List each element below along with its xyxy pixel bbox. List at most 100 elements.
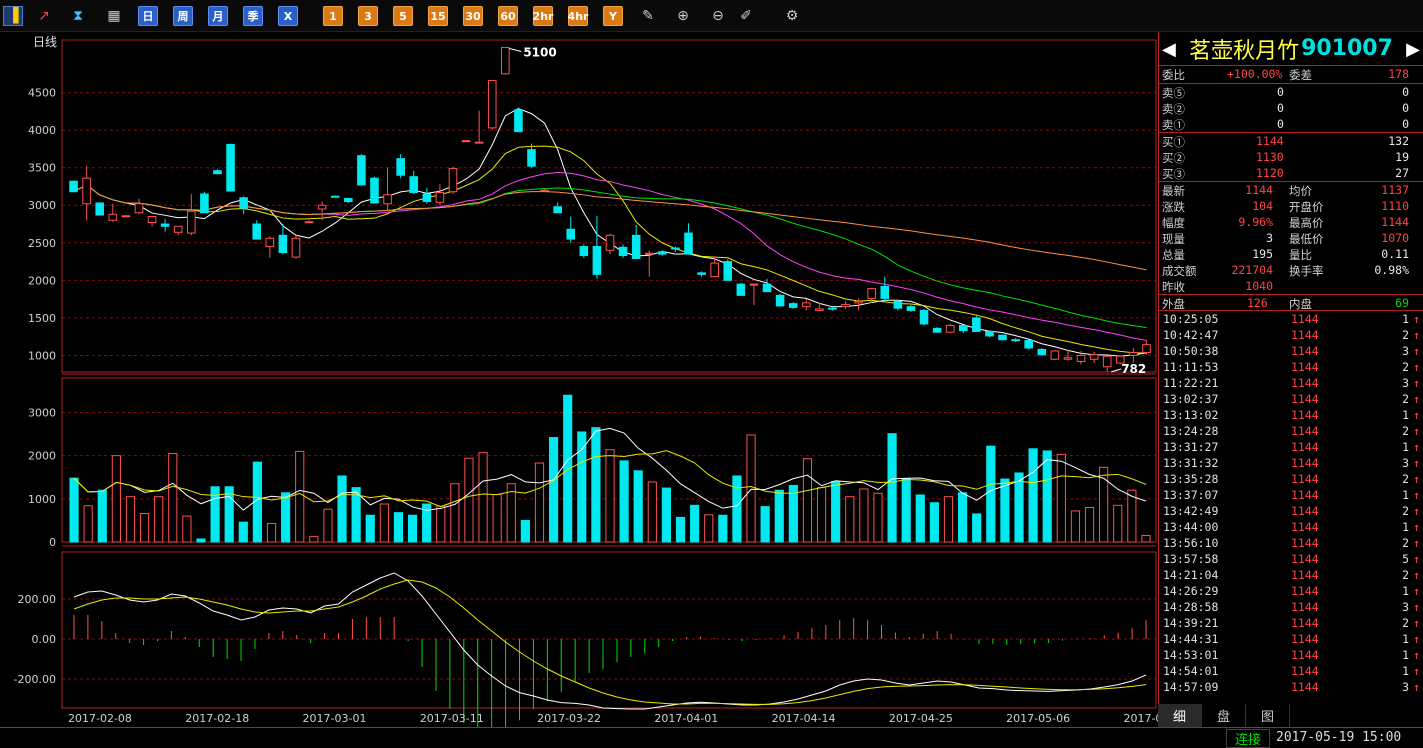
period-year-button[interactable]: Y — [603, 6, 623, 26]
line-chart-icon[interactable]: ↗ — [34, 6, 54, 26]
period-4hr-button[interactable]: 4hr — [568, 6, 588, 26]
period-15min-button[interactable]: 15 — [428, 6, 448, 26]
macd-tick-label: -200.00 — [14, 673, 56, 686]
draw-icon[interactable]: ✐ — [736, 6, 756, 26]
tick-row: 11:11:53 1144 2 ↑ — [1159, 359, 1423, 375]
volume-bar — [788, 484, 798, 543]
tick-time: 14:54:01 — [1163, 664, 1219, 678]
volume-bar — [238, 521, 248, 543]
volume-bar — [281, 492, 291, 543]
tick-row: 14:57:09 1144 3 ↑ — [1159, 679, 1423, 695]
candle-up — [749, 283, 759, 286]
bar-chart-icon[interactable]: ▐ — [3, 6, 23, 26]
candle-down — [684, 232, 693, 255]
period-5min-button[interactable]: 5 — [393, 6, 413, 26]
volume-bar — [323, 508, 333, 543]
candle-down — [422, 193, 432, 202]
period-3min-button[interactable]: 3 — [358, 6, 378, 26]
volume-bar — [379, 503, 389, 543]
candle-down — [893, 300, 903, 309]
volume-bar — [520, 519, 530, 543]
prev-stock-arrow-icon[interactable]: ◀ — [1162, 39, 1176, 60]
volume-bar — [1141, 535, 1151, 543]
period-season-button[interactable]: 季 — [243, 6, 263, 26]
candle-down — [762, 283, 772, 293]
tick-row: 13:02:37 1144 2 ↑ — [1159, 391, 1423, 407]
volume-bar — [690, 504, 700, 543]
up-arrow-icon: ↑ — [1413, 424, 1420, 438]
volume-bar — [915, 494, 925, 543]
candle-down — [357, 155, 366, 186]
connection-status[interactable]: 连接 — [1226, 729, 1270, 748]
candle-up — [945, 324, 955, 333]
bid-price: 1144 — [1256, 134, 1284, 148]
volume-bar — [69, 477, 79, 543]
volume-bar — [365, 514, 375, 543]
tick-time: 13:13:02 — [1163, 408, 1219, 422]
next-stock-arrow-icon[interactable]: ▶ — [1406, 39, 1420, 60]
volume-bar — [1000, 478, 1010, 543]
tick-volume: 3 — [1402, 456, 1409, 470]
calendar-icon[interactable]: ▦ — [104, 6, 124, 26]
stat-label: 开盘价 — [1289, 200, 1324, 214]
volume-bar — [295, 450, 305, 543]
tick-volume: 3 — [1402, 376, 1409, 390]
volume-bar — [436, 505, 446, 543]
tick-row: 13:37:07 1144 1 ↑ — [1159, 487, 1423, 503]
zoom-in-icon[interactable]: ⊕ — [673, 6, 693, 26]
tick-volume: 2 — [1402, 504, 1409, 518]
candle-chart-icon[interactable]: ⧗ — [68, 6, 88, 26]
stat-label: 昨收 — [1162, 280, 1185, 294]
volume-bar — [1084, 506, 1095, 543]
edit-icon[interactable]: ✎ — [638, 6, 658, 26]
kline-chart[interactable]: 4500 4000 3500 3000 2500 2000 1500 1000 日线 3000 20… — [0, 32, 1158, 727]
period-month-button[interactable]: 月 — [208, 6, 228, 26]
tick-volume: 3 — [1402, 344, 1409, 358]
candle-up — [291, 237, 301, 258]
period-30min-button[interactable]: 30 — [463, 6, 483, 26]
volume-bar — [309, 535, 319, 543]
weicha-label: 委差 — [1289, 68, 1312, 82]
candle-down — [1037, 348, 1047, 356]
period-week-button[interactable]: 周 — [173, 6, 193, 26]
candle-down — [553, 206, 562, 214]
up-arrow-icon: ↑ — [1413, 328, 1420, 342]
tick-list[interactable]: 10:25:05 1144 1 ↑ 10:42:47 1144 2 ↑ 10:50:38 1144… — [1159, 311, 1423, 695]
zoom-out-icon[interactable]: ⊖ — [708, 6, 728, 26]
stat-value: 104 — [1252, 199, 1273, 213]
period-2hr-button[interactable]: 2hr — [533, 6, 553, 26]
volume-bar — [972, 513, 982, 543]
gear-icon[interactable]: ⚙ — [782, 6, 802, 26]
tick-price: 1144 — [1291, 552, 1319, 566]
tick-row: 13:13:02 1144 1 ↑ — [1159, 407, 1423, 423]
candle-up — [82, 177, 91, 205]
volume-bar — [1056, 453, 1066, 543]
candle-up — [474, 141, 484, 144]
volume-bar — [1113, 504, 1123, 543]
bid-volume: 132 — [1388, 134, 1409, 148]
period-1min-button[interactable]: 1 — [323, 6, 343, 26]
side-tab[interactable]: 图 — [1246, 704, 1290, 727]
candle-up — [815, 308, 824, 311]
ask-price: 0 — [1277, 85, 1284, 99]
side-tab[interactable]: 细 — [1158, 704, 1202, 727]
tick-time: 14:21:04 — [1163, 568, 1219, 582]
volume-bar — [125, 496, 136, 543]
volume-bar — [139, 513, 150, 543]
stat-row: 现量 3 最低价 1070 — [1159, 230, 1423, 246]
tick-time: 14:28:58 — [1163, 600, 1219, 614]
vol-tick-label: 3000 — [28, 407, 56, 420]
volume-bar — [492, 494, 502, 543]
candle-up — [867, 288, 876, 299]
ask-price: 0 — [1277, 101, 1284, 115]
macd-tick-label: 200.00 — [18, 593, 57, 606]
x-tick-label: 2017-04-14 — [772, 712, 836, 725]
bid-book: 买① 1144 132 买② 1130 19 买③ 1120 27 — [1159, 133, 1423, 182]
period-day-button[interactable]: 日 — [138, 6, 158, 26]
tick-volume: 2 — [1402, 472, 1409, 486]
period-x-button[interactable]: X — [278, 6, 298, 26]
x-tick-label: 2017-03-01 — [303, 712, 367, 725]
tick-time: 11:22:21 — [1163, 376, 1219, 390]
side-tab[interactable]: 盘 — [1202, 704, 1246, 727]
period-60min-button[interactable]: 60 — [498, 6, 518, 26]
